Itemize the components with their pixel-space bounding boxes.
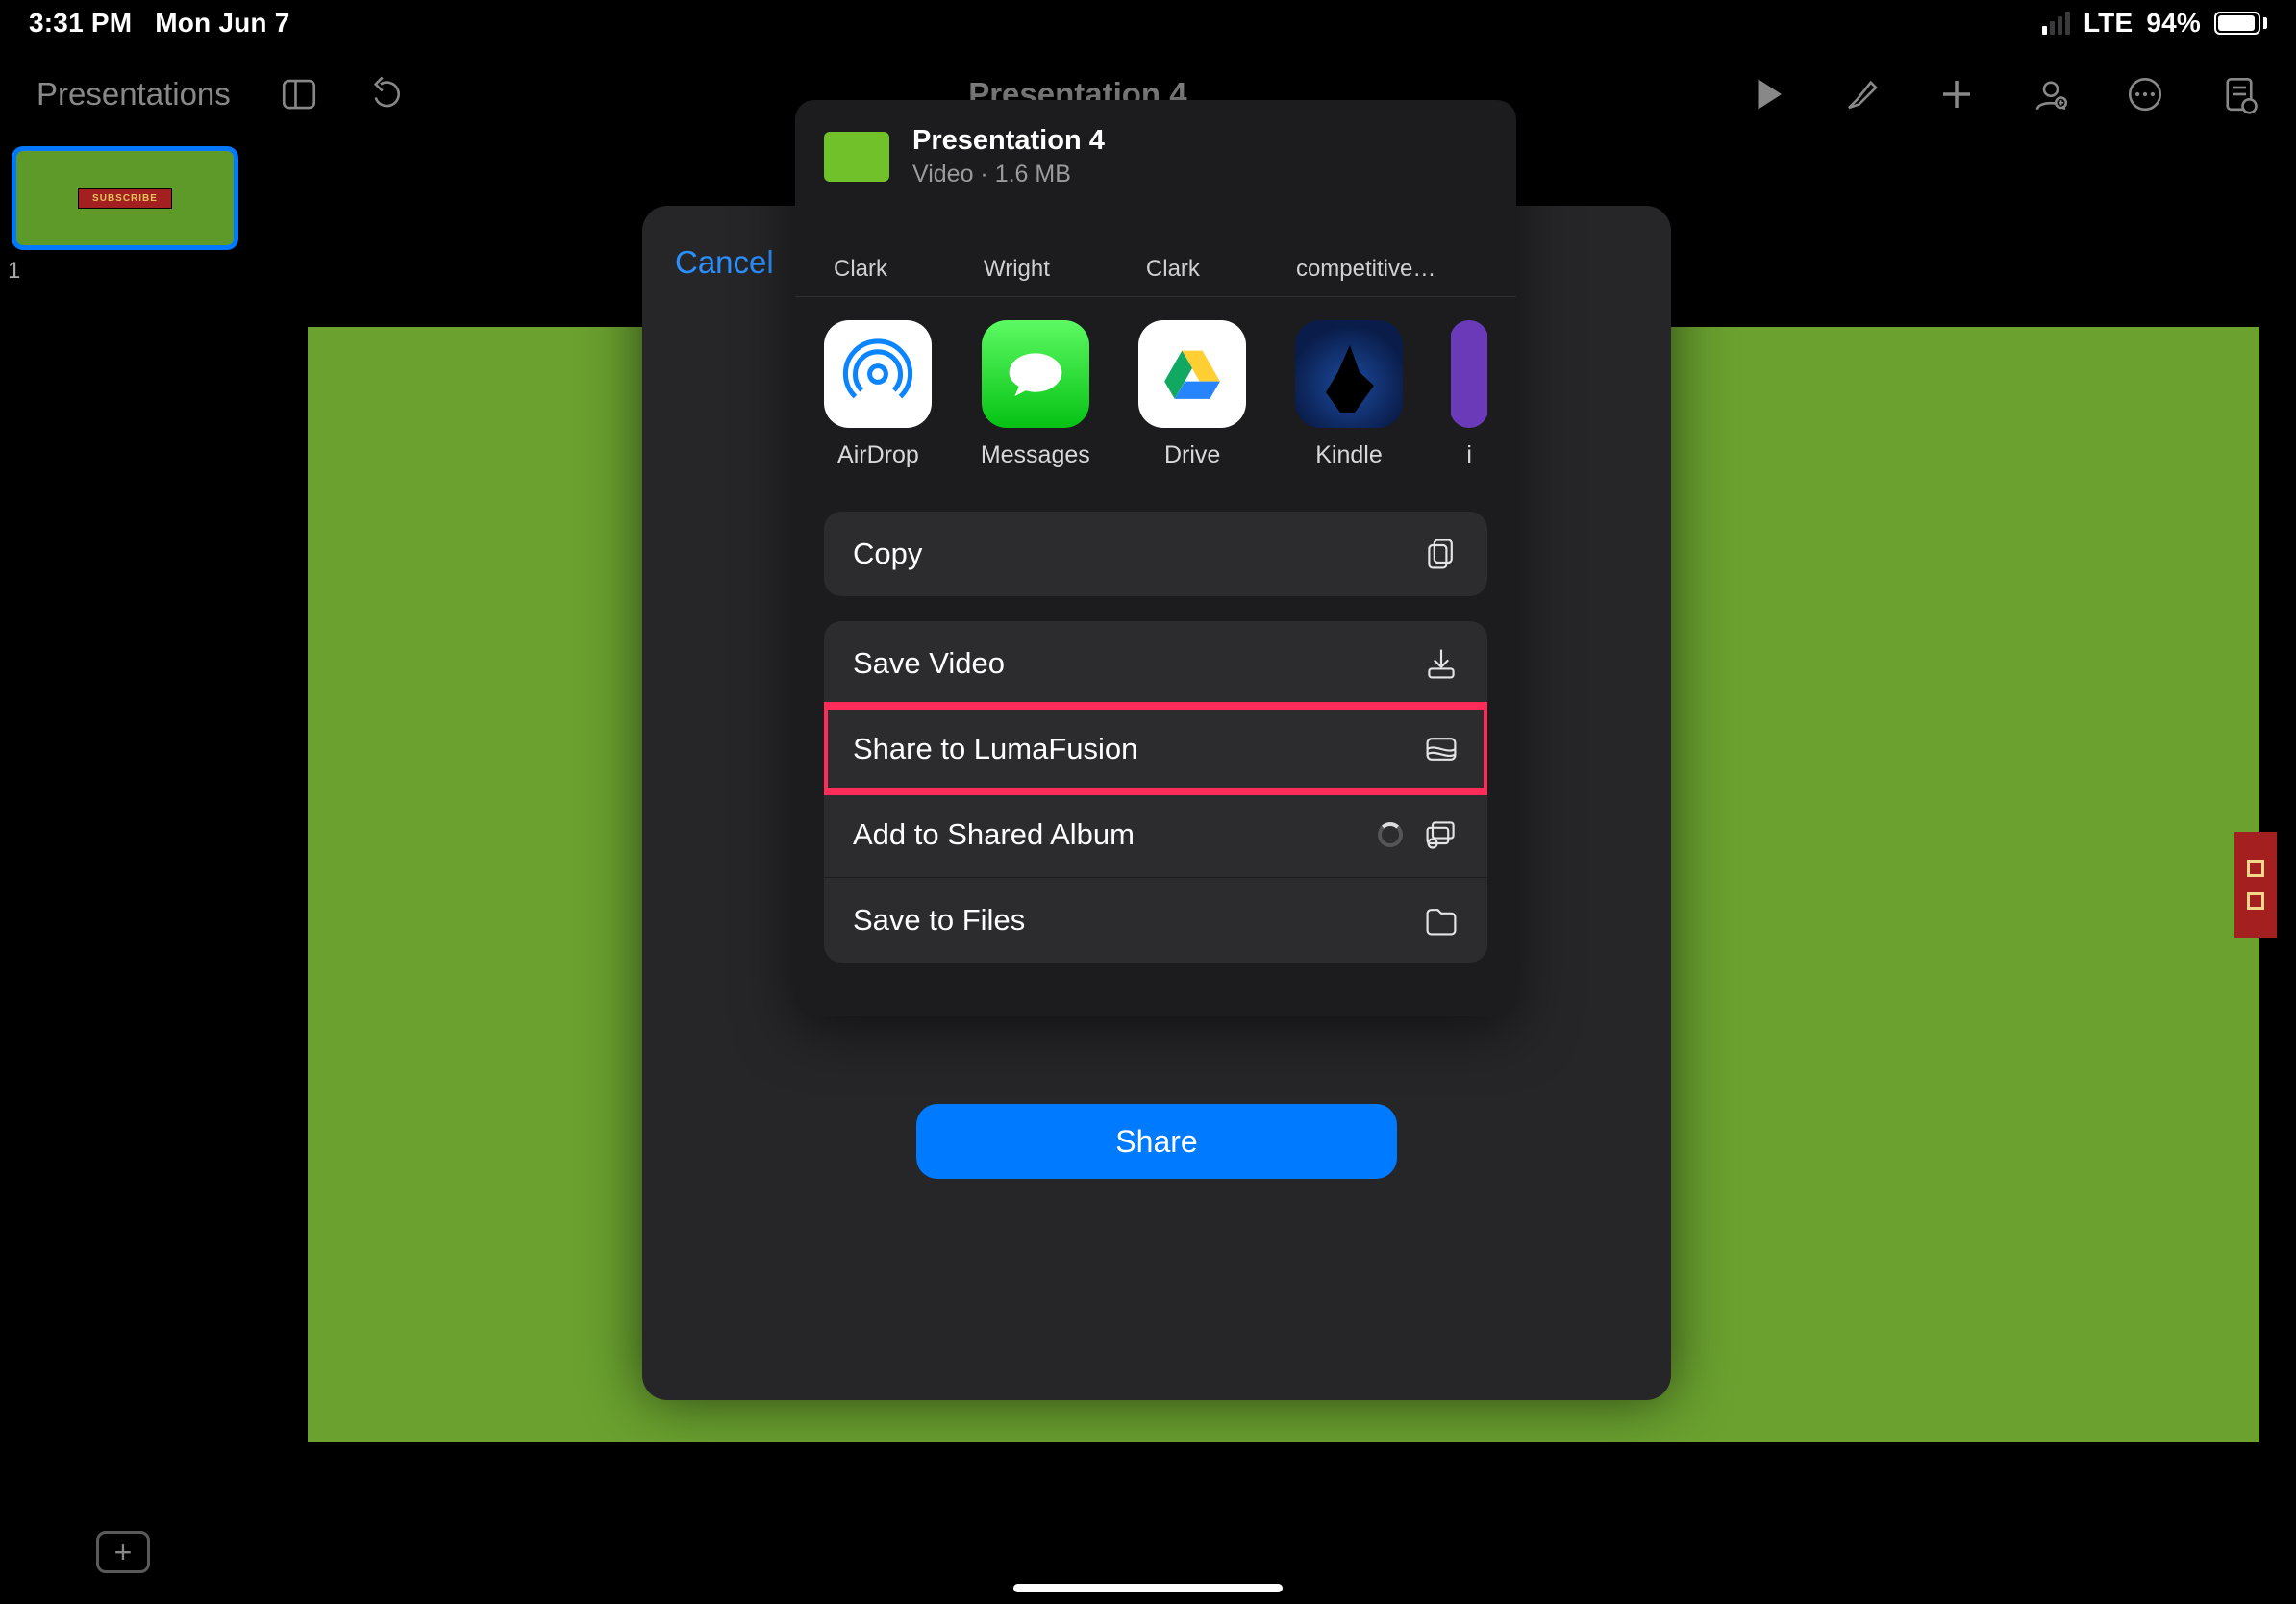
slide-thumbnail[interactable]: SUBSCRIBE	[12, 146, 238, 250]
action-save-files[interactable]: Save to Files	[824, 877, 1487, 963]
more-icon[interactable]	[2125, 74, 2165, 114]
share-sheet-header: Presentation 4 Video · 1.6 MB	[795, 100, 1516, 213]
share-contact[interactable]: Wright	[984, 256, 1050, 283]
network-type: LTE	[2084, 8, 2133, 38]
airdrop-icon	[824, 320, 932, 428]
canvas-subscribe-element[interactable]	[2234, 832, 2277, 938]
share-button[interactable]: Share	[916, 1104, 1397, 1179]
share-actions: Copy Save Video Share to LumaFusion Add …	[795, 502, 1516, 1016]
navigator-toggle-icon[interactable]	[279, 74, 319, 114]
app-label: Messages	[981, 441, 1090, 469]
app-label: AirDrop	[837, 441, 919, 469]
lumafusion-icon	[1424, 732, 1459, 766]
folder-icon	[1424, 903, 1459, 938]
share-app-kindle[interactable]: Kindle	[1295, 320, 1404, 469]
status-time: 3:31 PM	[29, 8, 132, 38]
share-app-partial[interactable]: i	[1451, 320, 1487, 469]
presenter-notes-icon[interactable]	[2219, 74, 2259, 114]
share-app-drive[interactable]: Drive	[1138, 320, 1247, 469]
share-preview-thumbnail	[824, 132, 889, 182]
action-label: Share to LumaFusion	[853, 732, 1137, 766]
share-app-airdrop[interactable]: AirDrop	[824, 320, 933, 469]
cancel-button[interactable]: Cancel	[675, 244, 774, 281]
slide-navigator: SUBSCRIBE 1	[12, 146, 252, 250]
add-slide-button[interactable]: +	[96, 1531, 150, 1573]
action-copy[interactable]: Copy	[824, 512, 1487, 596]
copy-icon	[1424, 537, 1459, 571]
share-contact[interactable]: Clark	[834, 256, 887, 283]
status-date: Mon Jun 7	[155, 8, 289, 38]
play-icon[interactable]	[1748, 74, 1788, 114]
share-contacts-row[interactable]: Clark Wright Clark competitive… s	[795, 213, 1516, 296]
home-indicator	[1013, 1584, 1283, 1592]
download-icon	[1424, 646, 1459, 681]
thumbnail-subscribe-badge: SUBSCRIBE	[78, 188, 172, 209]
action-label: Save Video	[853, 646, 1005, 681]
action-label: Save to Files	[853, 903, 1025, 938]
plus-icon[interactable]	[1936, 74, 1977, 114]
app-label: i	[1466, 441, 1472, 469]
action-share-lumafusion[interactable]: Share to LumaFusion	[824, 706, 1487, 791]
app-icon-partial	[1451, 320, 1487, 428]
paintbrush-icon[interactable]	[1842, 74, 1883, 114]
action-add-shared-album[interactable]: Add to Shared Album	[824, 791, 1487, 877]
status-bar: 3:31 PM Mon Jun 7 LTE 94%	[0, 0, 2296, 46]
share-sheet: Presentation 4 Video · 1.6 MB Clark Wrig…	[795, 100, 1516, 1016]
share-app-messages[interactable]: Messages	[981, 320, 1090, 469]
action-save-video[interactable]: Save Video	[824, 621, 1487, 706]
share-contact[interactable]: Clark	[1146, 256, 1200, 283]
back-button[interactable]: Presentations	[37, 76, 231, 113]
action-label: Copy	[853, 537, 922, 571]
messages-icon	[982, 320, 1089, 428]
cellular-signal-icon	[2042, 12, 2070, 35]
kindle-icon	[1295, 320, 1403, 428]
action-label: Add to Shared Album	[853, 817, 1135, 852]
undo-icon[interactable]	[367, 74, 408, 114]
battery-icon	[2214, 12, 2267, 35]
share-item-title: Presentation 4	[912, 125, 1105, 157]
share-item-subtitle: Video · 1.6 MB	[912, 161, 1105, 188]
app-label: Kindle	[1315, 441, 1383, 469]
app-label: Drive	[1164, 441, 1220, 469]
share-apps-row: AirDrop Messages Drive Kindle i	[795, 297, 1516, 502]
slide-number: 1	[8, 258, 20, 285]
share-contact[interactable]: competitive…	[1296, 256, 1435, 283]
battery-percent: 94%	[2146, 8, 2201, 38]
shared-album-icon	[1424, 817, 1459, 852]
loading-spinner-icon	[1378, 822, 1403, 847]
drive-icon	[1138, 320, 1246, 428]
collaborate-icon[interactable]	[2031, 74, 2071, 114]
